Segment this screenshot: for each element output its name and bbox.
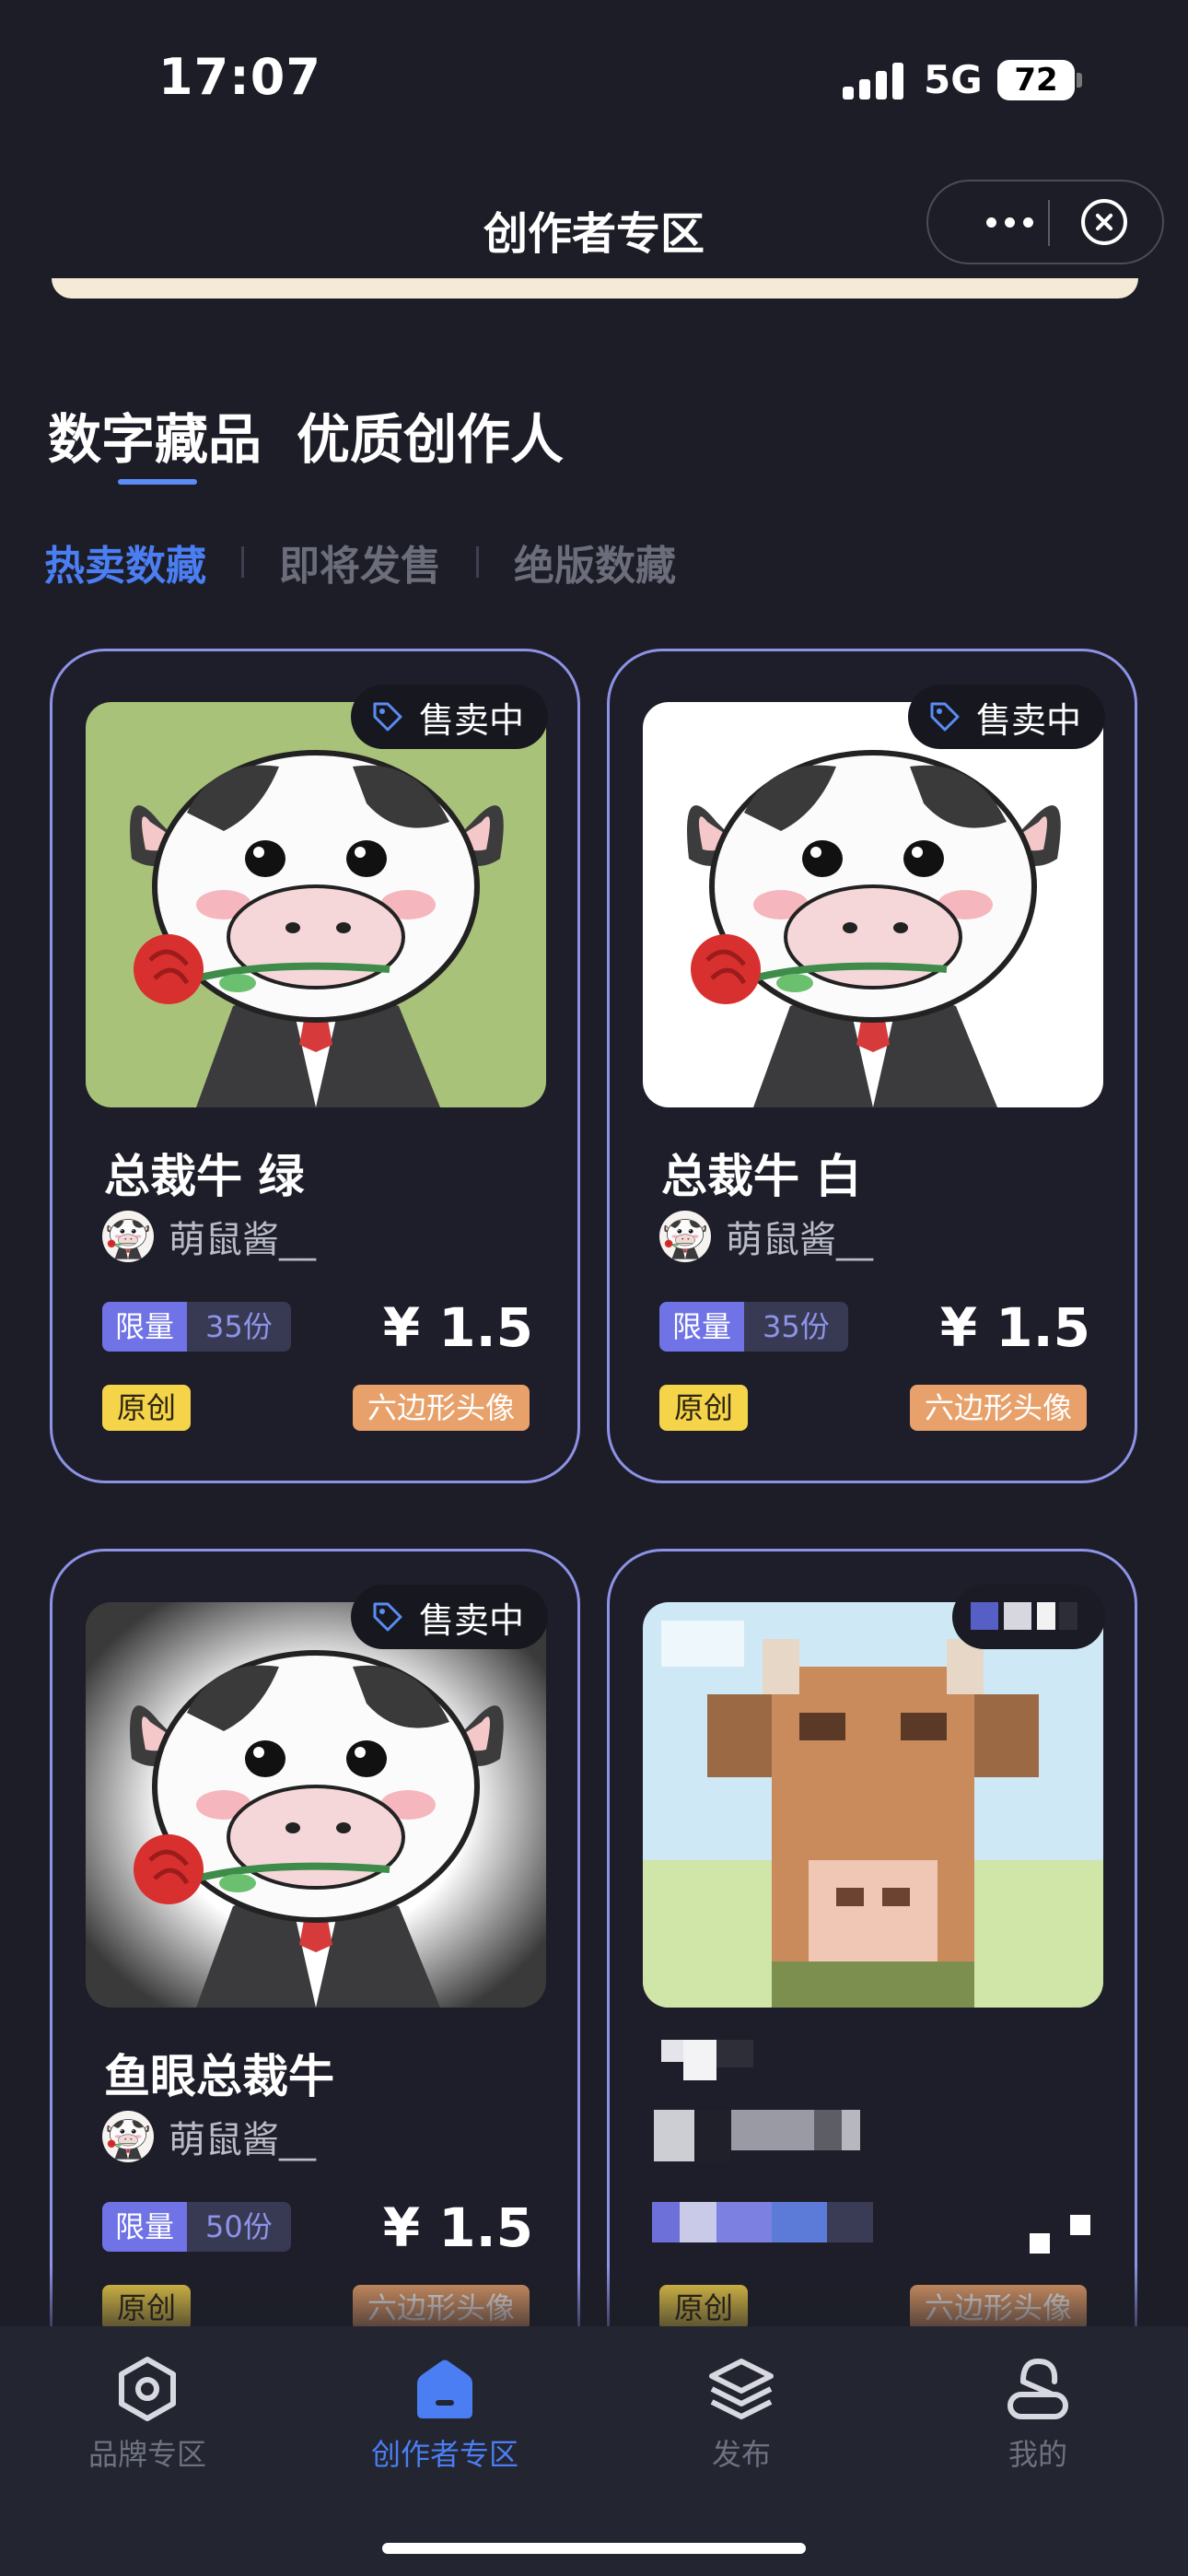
blurred-limit — [652, 2202, 873, 2242]
mini-program-capsule — [926, 180, 1164, 264]
tab-mine[interactable]: 我的 — [946, 2354, 1130, 2474]
subtab-divider — [241, 546, 244, 578]
tab-digital-collectibles[interactable]: 数字藏品 — [48, 396, 262, 474]
original-tag: 原创 — [659, 1385, 749, 1431]
status-badge: 售卖中 — [350, 1585, 548, 1649]
collectible-card[interactable]: 售卖中 总裁牛 白 萌鼠酱__ 限量 35份 ¥ 1.5 原创 六边形头像 — [607, 649, 1137, 1483]
limit-badge: 限量 35份 — [102, 1302, 291, 1352]
limit-label: 限量 — [102, 1302, 188, 1352]
battery-icon: 72 — [997, 60, 1075, 100]
home-indicator — [382, 2543, 806, 2554]
tab-creator-zone[interactable]: 创作者专区 — [353, 2354, 537, 2474]
subtab-divider — [476, 546, 479, 578]
nav-bar: 创作者专区 — [0, 157, 1188, 286]
status-time: 17:07 — [158, 48, 321, 106]
price: ¥ 1.5 — [382, 2196, 533, 2259]
author[interactable]: 萌鼠酱__ — [102, 1210, 316, 1263]
limit-badge: 限量 50份 — [102, 2202, 291, 2252]
blurred-author — [654, 2110, 860, 2161]
limit-value: 35份 — [187, 1302, 291, 1352]
author-name: 萌鼠酱__ — [726, 1219, 873, 1261]
signal-icon — [843, 63, 903, 100]
status-text: 售卖中 — [418, 699, 524, 741]
user-icon — [1007, 2358, 1068, 2419]
hexagon-avatar-tag: 六边形头像 — [352, 2285, 530, 2331]
status-badge: 售卖中 — [350, 685, 548, 749]
blurred-price — [1030, 2215, 1090, 2254]
active-tab-underline — [118, 479, 197, 485]
card-title: 总裁牛 绿 — [104, 1150, 305, 1203]
original-tag: 原创 — [102, 1385, 192, 1431]
close-icon[interactable] — [1081, 199, 1127, 245]
status-text: 售卖中 — [418, 1599, 524, 1641]
tag-icon — [930, 702, 960, 732]
capsule-divider — [1048, 200, 1050, 246]
status-bar: 17:07 5G 72 — [0, 0, 1188, 157]
sub-tabs: 热卖数藏 即将发售 绝版数藏 — [44, 533, 676, 591]
main-tabs: 数字藏品 优质创作人 — [48, 396, 564, 474]
blurred-title — [661, 2040, 753, 2080]
layers-icon — [709, 2359, 774, 2419]
status-text: 售卖中 — [975, 699, 1081, 741]
home-icon — [417, 2359, 472, 2418]
bottom-tab-bar: 品牌专区 创作者专区 发布 我的 — [0, 2326, 1188, 2576]
collectible-card[interactable]: 售卖中 鱼眼总裁牛 萌鼠酱__ 限量 50份 ¥ 1.5 原创 六边形头像 — [50, 1549, 580, 2382]
collectible-image — [86, 1602, 546, 2008]
author[interactable]: 萌鼠酱__ — [659, 1210, 873, 1263]
tab-label: 发布 — [711, 2437, 771, 2472]
limit-value: 35份 — [744, 1302, 848, 1352]
tab-label: 我的 — [1007, 2437, 1067, 2472]
collectible-image — [86, 702, 546, 1107]
subtab-upcoming[interactable]: 即将发售 — [279, 533, 441, 591]
more-icon[interactable] — [963, 181, 1055, 263]
subtab-hot-selling[interactable]: 热卖数藏 — [44, 533, 206, 591]
collectible-image — [643, 1602, 1103, 2008]
blurred-status-icon — [971, 1602, 1077, 1630]
original-tag: 原创 — [102, 2285, 192, 2331]
collectible-card[interactable]: 原创 六边形头像 — [607, 1549, 1137, 2382]
card-title: 总裁牛 白 — [661, 1150, 862, 1203]
author-name: 萌鼠酱__ — [169, 2119, 316, 2161]
author-name: 萌鼠酱__ — [169, 1219, 316, 1261]
tab-label: 品牌专区 — [87, 2437, 206, 2472]
status-badge-blurred — [952, 1585, 1105, 1649]
author[interactable]: 萌鼠酱__ — [102, 2110, 316, 2163]
battery-cap — [1077, 73, 1082, 88]
banner-bottom-edge[interactable] — [52, 278, 1138, 299]
tag-icon — [373, 1602, 402, 1632]
tab-label: 创作者专区 — [370, 2437, 518, 2472]
subtab-out-of-print[interactable]: 绝版数藏 — [514, 533, 676, 591]
price: ¥ 1.5 — [939, 1296, 1090, 1359]
limit-label: 限量 — [102, 2202, 188, 2252]
limit-label: 限量 — [659, 1302, 745, 1352]
avatar — [102, 1211, 154, 1262]
card-title: 鱼眼总裁牛 — [104, 2050, 334, 2103]
price: ¥ 1.5 — [382, 1296, 533, 1359]
status-badge: 售卖中 — [907, 685, 1105, 749]
collectible-image — [643, 702, 1103, 1107]
tag-icon — [373, 702, 402, 732]
tab-brand-zone[interactable]: 品牌专区 — [55, 2354, 239, 2474]
limit-badge: 限量 35份 — [659, 1302, 848, 1352]
tab-quality-creators[interactable]: 优质创作人 — [297, 396, 564, 474]
avatar — [659, 1211, 711, 1262]
avatar — [102, 2111, 154, 2162]
hexagon-avatar-tag: 六边形头像 — [352, 1385, 530, 1431]
hexagon-icon — [119, 2357, 176, 2421]
hexagon-avatar-tag: 六边形头像 — [909, 2285, 1087, 2331]
original-tag: 原创 — [659, 2285, 749, 2331]
limit-value: 50份 — [187, 2202, 291, 2252]
tab-publish[interactable]: 发布 — [649, 2354, 833, 2474]
collectible-card[interactable]: 售卖中 总裁牛 绿 萌鼠酱__ 限量 35份 ¥ 1.5 原创 六边形头像 — [50, 649, 580, 1483]
hexagon-avatar-tag: 六边形头像 — [909, 1385, 1087, 1431]
network-type: 5G — [924, 57, 983, 102]
